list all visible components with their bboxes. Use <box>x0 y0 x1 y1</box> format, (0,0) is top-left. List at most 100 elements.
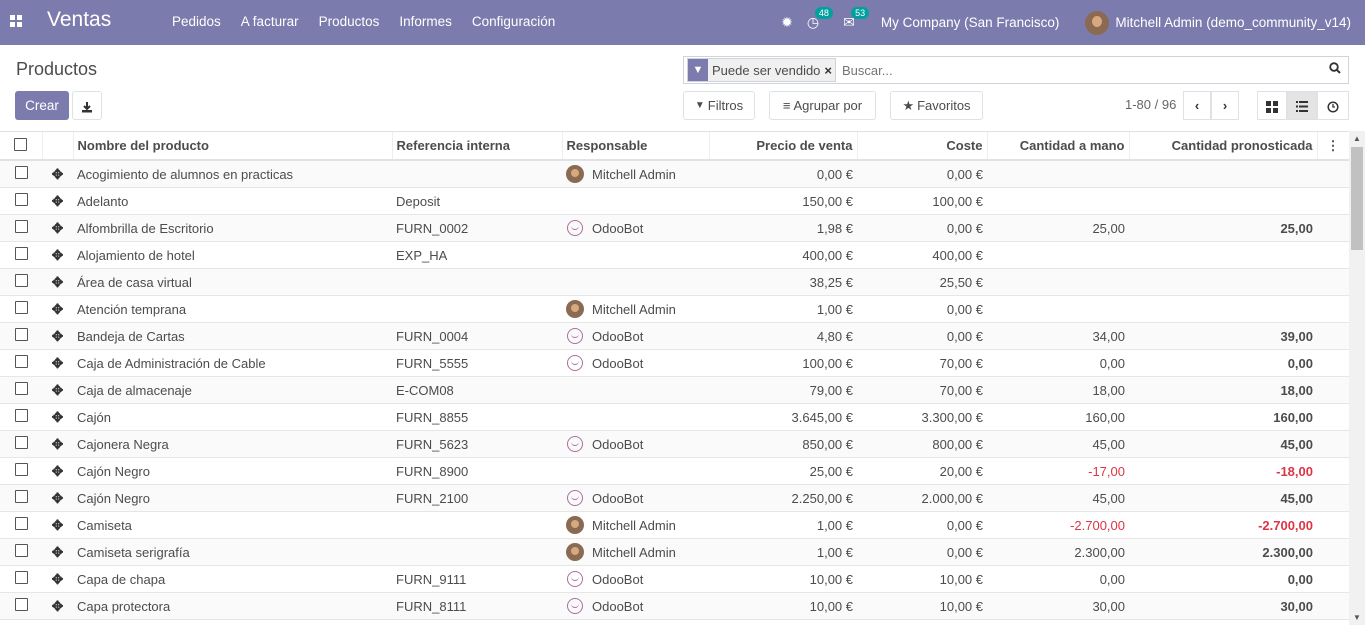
cell-qty-on-hand[interactable] <box>987 160 1129 188</box>
cell-responsible[interactable]: Mitchell Admin <box>562 160 709 188</box>
drag-handle-icon[interactable]: ✥ <box>52 463 64 479</box>
cell-responsible[interactable]: OdooBot <box>562 322 709 350</box>
cell-sale-price[interactable]: 1,00 € <box>709 295 857 323</box>
column-header-name[interactable]: Nombre del producto <box>73 132 393 161</box>
scroll-down-arrow-icon[interactable]: ▼ <box>1353 613 1361 622</box>
cell-responsible[interactable]: OdooBot <box>562 430 709 458</box>
cell-sale-price[interactable]: 0,00 € <box>709 160 857 188</box>
activity-clock-icon[interactable]: ◷ 48 <box>807 7 833 31</box>
cell-responsible[interactable] <box>562 241 709 269</box>
cell-name[interactable]: Capa protectora <box>73 592 392 620</box>
cell-reference[interactable]: EXP_HA <box>392 241 562 269</box>
row-checkbox[interactable] <box>14 355 28 368</box>
cell-reference[interactable] <box>392 268 562 296</box>
cell-qty-forecast[interactable]: 25,00 <box>1129 214 1317 242</box>
cell-qty-on-hand[interactable]: 160,00 <box>987 403 1129 431</box>
cell-sale-price[interactable]: 10,00 € <box>709 592 857 620</box>
drag-handle-icon[interactable]: ✥ <box>52 571 64 587</box>
filters-button[interactable]: ▼ Filtros <box>683 91 755 120</box>
optional-columns-toggle[interactable]: ⋮ <box>1317 132 1349 161</box>
cell-responsible[interactable] <box>562 187 709 215</box>
cell-cost[interactable]: 0,00 € <box>857 295 987 323</box>
search-input[interactable] <box>840 61 1325 79</box>
cell-qty-forecast[interactable]: 0,00 <box>1129 565 1317 593</box>
cell-reference[interactable]: FURN_8111 <box>392 592 562 620</box>
row-checkbox[interactable] <box>14 544 28 557</box>
column-header-qty-on-hand[interactable]: Cantidad a mano <box>987 132 1130 161</box>
cell-responsible[interactable]: OdooBot <box>562 565 709 593</box>
cell-name[interactable]: Adelanto <box>73 187 392 215</box>
cell-responsible[interactable]: Mitchell Admin <box>562 511 709 539</box>
cell-responsible[interactable] <box>562 457 709 485</box>
company-switcher[interactable]: My Company (San Francisco) <box>881 15 1060 30</box>
cell-qty-forecast[interactable] <box>1129 160 1317 188</box>
cell-sale-price[interactable]: 150,00 € <box>709 187 857 215</box>
drag-handle-icon[interactable]: ✥ <box>52 490 64 506</box>
table-row[interactable]: ✥ Cajón Negro FURN_8900 25,00 €20,00 € -17,0… <box>0 457 1349 485</box>
row-checkbox[interactable] <box>14 598 28 611</box>
group-by-button[interactable]: ≡ Agrupar por <box>769 91 876 120</box>
table-row[interactable]: ✥ Adelanto Deposit 150,00 €100,00 € <box>0 187 1349 215</box>
cell-cost[interactable]: 25,50 € <box>857 268 987 296</box>
row-checkbox[interactable] <box>14 382 28 395</box>
drag-handle-icon[interactable]: ✥ <box>52 517 64 533</box>
row-checkbox[interactable] <box>14 463 28 476</box>
row-checkbox[interactable] <box>14 220 28 233</box>
cell-name[interactable]: Cajón Negro <box>73 457 392 485</box>
drag-handle-icon[interactable]: ✥ <box>52 544 64 560</box>
cell-responsible[interactable]: OdooBot <box>562 349 709 377</box>
row-checkbox[interactable] <box>14 193 28 206</box>
table-row[interactable]: ✥ Caja de Administración de Cable FURN_555… <box>0 349 1349 377</box>
cell-qty-forecast[interactable]: 30,00 <box>1129 592 1317 620</box>
drag-handle-icon[interactable]: ✥ <box>52 355 64 371</box>
menu-item-informes[interactable]: Informes <box>399 14 452 29</box>
cell-responsible[interactable]: OdooBot <box>562 484 709 512</box>
pager-next-button[interactable]: › <box>1211 91 1239 120</box>
cell-responsible[interactable]: Mitchell Admin <box>562 538 709 566</box>
cell-qty-forecast[interactable]: -2.700,00 <box>1129 511 1317 539</box>
row-checkbox[interactable] <box>14 517 28 530</box>
cell-qty-forecast[interactable]: 18,00 <box>1129 376 1317 404</box>
menu-item-a-facturar[interactable]: A facturar <box>241 14 299 29</box>
table-row[interactable]: ✥ Camiseta serigrafía Mitchell Admin 1,00 €… <box>0 538 1349 566</box>
cell-qty-forecast[interactable]: 45,00 <box>1129 430 1317 458</box>
apps-menu-icon[interactable] <box>10 15 23 28</box>
column-header-qty-forecast[interactable]: Cantidad pronosticada <box>1129 132 1318 161</box>
cell-sale-price[interactable]: 3.645,00 € <box>709 403 857 431</box>
cell-qty-forecast[interactable] <box>1129 241 1317 269</box>
column-header-reference[interactable]: Referencia interna <box>392 132 563 161</box>
activity-view-button[interactable] <box>1317 91 1349 120</box>
table-row[interactable]: ✥ Acogimiento de alumnos en practicas Mitc… <box>0 160 1349 188</box>
cell-name[interactable]: Alojamiento de hotel <box>73 241 392 269</box>
cell-name[interactable]: Acogimiento de alumnos en practicas <box>73 160 392 188</box>
column-header-responsible[interactable]: Responsable <box>562 132 710 161</box>
cell-name[interactable]: Caja de Administración de Cable <box>73 349 392 377</box>
cell-reference[interactable] <box>392 538 562 566</box>
column-header-cost[interactable]: Coste <box>857 132 988 161</box>
cell-sale-price[interactable]: 1,00 € <box>709 511 857 539</box>
cell-qty-on-hand[interactable]: 2.300,00 <box>987 538 1129 566</box>
cell-qty-on-hand[interactable]: 34,00 <box>987 322 1129 350</box>
cell-responsible[interactable]: OdooBot <box>562 214 709 242</box>
search-facet[interactable]: ▼ Puede ser vendido × <box>687 58 837 82</box>
drag-handle-icon[interactable]: ✥ <box>52 274 64 290</box>
row-checkbox[interactable] <box>14 166 28 179</box>
drag-handle-icon[interactable]: ✥ <box>52 598 64 614</box>
cell-name[interactable]: Cajón Negro <box>73 484 392 512</box>
cell-cost[interactable]: 10,00 € <box>857 565 987 593</box>
table-row[interactable]: ✥ Alojamiento de hotel EXP_HA 400,00 €400,0… <box>0 241 1349 269</box>
cell-reference[interactable]: E-COM08 <box>392 376 562 404</box>
bug-icon[interactable]: ✹ <box>781 14 793 31</box>
cell-qty-on-hand[interactable] <box>987 295 1129 323</box>
pager-previous-button[interactable]: ‹ <box>1183 91 1211 120</box>
list-view-button[interactable] <box>1287 91 1317 120</box>
cell-qty-forecast[interactable] <box>1129 295 1317 323</box>
cell-cost[interactable]: 3.300,00 € <box>857 403 987 431</box>
cell-reference[interactable]: FURN_9111 <box>392 565 562 593</box>
cell-name[interactable]: Cajón <box>73 403 392 431</box>
drag-handle-icon[interactable]: ✥ <box>52 193 64 209</box>
row-checkbox[interactable] <box>14 247 28 260</box>
cell-sale-price[interactable]: 1,00 € <box>709 538 857 566</box>
scrollbar-thumb[interactable] <box>1351 147 1363 250</box>
cell-reference[interactable]: FURN_8855 <box>392 403 562 431</box>
